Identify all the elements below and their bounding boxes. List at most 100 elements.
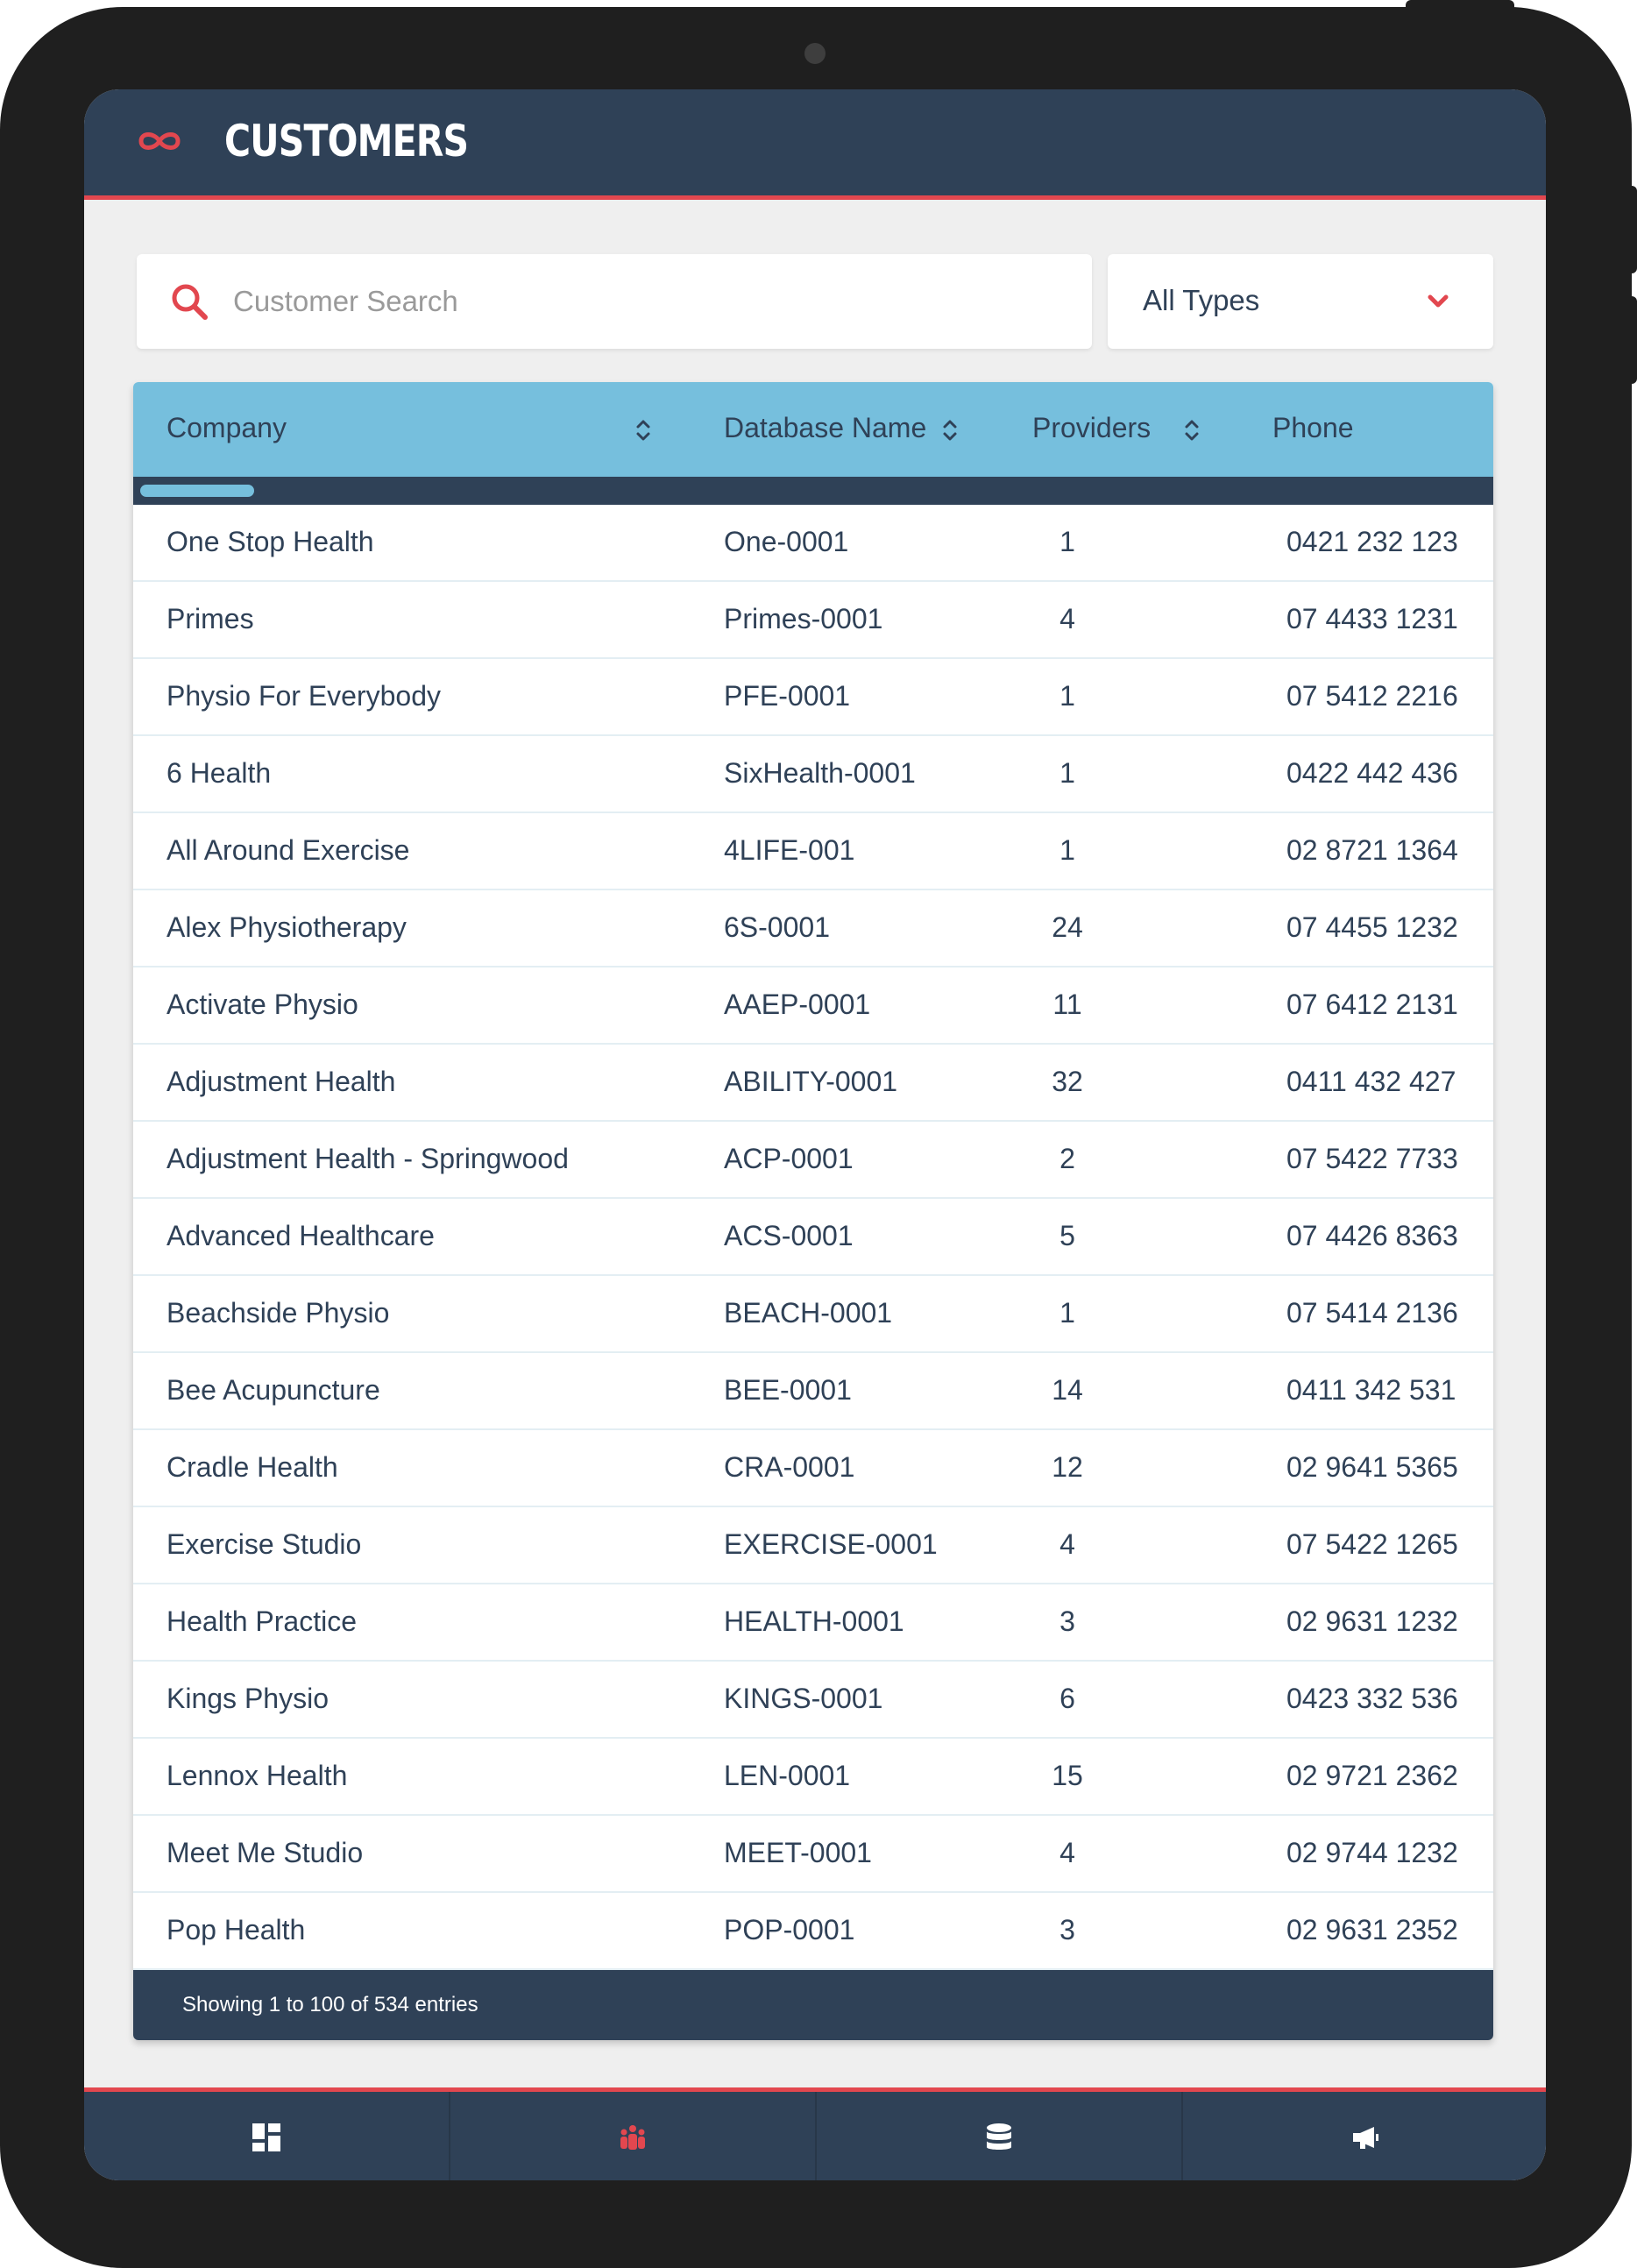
- database-name-cell: LEN-0001: [724, 1760, 851, 1791]
- phone-cell: 0411 432 427: [1286, 1066, 1456, 1097]
- table-row[interactable]: Lennox Health LEN-0001 15 02 9721 2362: [133, 1739, 1493, 1816]
- table-row[interactable]: Bee Acupuncture BEE-0001 14 0411 342 531: [133, 1353, 1493, 1430]
- company-cell: Alex Physiotherapy: [167, 911, 407, 943]
- app-screen: CUSTOMERS All Types Company Database Nam…: [84, 89, 1546, 2180]
- table-row[interactable]: Beachside Physio BEACH-0001 1 07 5414 2136: [133, 1276, 1493, 1353]
- table-row[interactable]: One Stop Health One-0001 1 0421 232 123: [133, 505, 1493, 582]
- providers-cell: 14: [1052, 1374, 1083, 1406]
- table-row[interactable]: Cradle Health CRA-0001 12 02 9641 5365: [133, 1430, 1493, 1507]
- search-box[interactable]: [137, 254, 1092, 349]
- company-cell: Advanced Healthcare: [167, 1220, 435, 1251]
- sort-icon[interactable]: [1183, 417, 1201, 443]
- company-cell: Exercise Studio: [167, 1528, 362, 1560]
- table-row[interactable]: Physio For Everybody PFE-0001 1 07 5412 221…: [133, 659, 1493, 736]
- phone-cell: 02 8721 1364: [1286, 834, 1458, 866]
- providers-cell: 12: [1052, 1451, 1083, 1483]
- customers-table: Company Database Name Providers Phone On…: [133, 382, 1493, 2040]
- phone-cell: 02 9641 5365: [1286, 1451, 1458, 1483]
- app-header: CUSTOMERS: [84, 89, 1546, 200]
- company-cell: One Stop Health: [167, 526, 374, 557]
- phone-cell: 0422 442 436: [1286, 757, 1458, 789]
- providers-cell: 1: [1059, 834, 1075, 866]
- providers-cell: 2: [1059, 1143, 1075, 1174]
- providers-cell: 1: [1059, 757, 1075, 789]
- phone-cell: 02 9631 2352: [1286, 1914, 1458, 1946]
- column-header-database-name[interactable]: Database Name: [724, 412, 926, 444]
- table-row[interactable]: Pop Health POP-0001 3 02 9631 2352: [133, 1893, 1493, 1970]
- entries-info: Showing 1 to 100 of 534 entries: [182, 1993, 478, 2016]
- company-cell: Health Practice: [167, 1605, 357, 1637]
- providers-cell: 1: [1059, 1297, 1075, 1329]
- page-title: CUSTOMERS: [224, 116, 469, 167]
- providers-cell: 4: [1059, 603, 1075, 634]
- dashboard-icon: [252, 2123, 280, 2151]
- table-row[interactable]: Exercise Studio EXERCISE-0001 4 07 5422 126…: [133, 1507, 1493, 1584]
- type-filter-value: All Types: [1143, 284, 1260, 316]
- database-name-cell: BEE-0001: [724, 1374, 852, 1406]
- table-row[interactable]: All Around Exercise 4LIFE-001 1 02 8721 136…: [133, 813, 1493, 890]
- company-cell: Bee Acupuncture: [167, 1374, 380, 1406]
- phone-cell: 07 5412 2216: [1286, 680, 1458, 712]
- database-name-cell: HEALTH-0001: [724, 1605, 904, 1637]
- table-row[interactable]: Health Practice HEALTH-0001 3 02 9631 1232: [133, 1584, 1493, 1662]
- column-header-company[interactable]: Company: [167, 412, 287, 444]
- company-cell: 6 Health: [167, 757, 272, 789]
- database-name-cell: ACP-0001: [724, 1143, 854, 1174]
- database-name-cell: AAEP-0001: [724, 989, 871, 1020]
- database-name-cell: MEET-0001: [724, 1837, 872, 1868]
- database-name-cell: 6S-0001: [724, 911, 830, 943]
- phone-cell: 0421 232 123: [1286, 526, 1458, 557]
- database-name-cell: BEACH-0001: [724, 1297, 893, 1329]
- database-name-cell: EXERCISE-0001: [724, 1528, 938, 1560]
- volume-up-button: [1628, 186, 1637, 273]
- phone-cell: 0423 332 536: [1286, 1683, 1458, 1714]
- nav-item-database[interactable]: [817, 2092, 1182, 2180]
- table-row[interactable]: Adjustment Health - Springwood ACP-0001 2 0…: [133, 1122, 1493, 1199]
- providers-cell: 5: [1059, 1220, 1075, 1251]
- table-row[interactable]: Adjustment Health ABILITY-0001 32 0411 432 …: [133, 1045, 1493, 1122]
- table-row[interactable]: Kings Physio KINGS-0001 6 0423 332 536: [133, 1662, 1493, 1739]
- providers-cell: 6: [1059, 1683, 1075, 1714]
- providers-cell: 4: [1059, 1837, 1075, 1868]
- table-body: One Stop Health One-0001 1 0421 232 123 Prim…: [133, 505, 1493, 1970]
- search-input[interactable]: [233, 272, 1057, 331]
- nav-item-dashboard[interactable]: [84, 2092, 450, 2180]
- company-cell: Beachside Physio: [167, 1297, 390, 1329]
- table-header: Company Database Name Providers Phone: [133, 382, 1493, 477]
- providers-cell: 24: [1052, 911, 1083, 943]
- power-button: [1406, 0, 1514, 12]
- nav-item-customers[interactable]: [450, 2092, 816, 2180]
- phone-cell: 07 5422 7733: [1286, 1143, 1458, 1174]
- horizontal-scrollbar[interactable]: [133, 477, 1493, 505]
- phone-cell: 07 4426 8363: [1286, 1220, 1458, 1251]
- scrollbar-thumb[interactable]: [140, 485, 254, 497]
- providers-cell: 1: [1059, 526, 1075, 557]
- column-header-providers[interactable]: Providers: [1032, 412, 1151, 444]
- nav-item-announcements[interactable]: [1183, 2092, 1546, 2180]
- phone-cell: 02 9744 1232: [1286, 1837, 1458, 1868]
- table-row[interactable]: Activate Physio AAEP-0001 11 07 6412 2131: [133, 967, 1493, 1045]
- table-row[interactable]: Advanced Healthcare ACS-0001 5 07 4426 8363: [133, 1199, 1493, 1276]
- phone-cell: 07 4433 1231: [1286, 603, 1458, 634]
- table-row[interactable]: Meet Me Studio MEET-0001 4 02 9744 1232: [133, 1816, 1493, 1893]
- table-row[interactable]: 6 Health SixHealth-0001 1 0422 442 436: [133, 736, 1493, 813]
- company-cell: Primes: [167, 603, 254, 634]
- company-cell: Adjustment Health: [167, 1066, 396, 1097]
- chevron-down-icon: [1428, 294, 1449, 308]
- providers-cell: 15: [1052, 1760, 1083, 1791]
- company-cell: Pop Health: [167, 1914, 306, 1946]
- company-cell: Lennox Health: [167, 1760, 348, 1791]
- sort-icon[interactable]: [634, 417, 652, 443]
- providers-cell: 4: [1059, 1528, 1075, 1560]
- table-row[interactable]: Primes Primes-0001 4 07 4433 1231: [133, 582, 1493, 659]
- database-name-cell: KINGS-0001: [724, 1683, 883, 1714]
- type-filter-select[interactable]: All Types: [1108, 254, 1493, 349]
- table-row[interactable]: Alex Physiotherapy 6S-0001 24 07 4455 1232: [133, 890, 1493, 967]
- database-name-cell: Primes-0001: [724, 603, 883, 634]
- database-icon: [987, 2123, 1011, 2150]
- bottom-nav: [84, 2087, 1546, 2180]
- sort-icon[interactable]: [941, 417, 959, 443]
- column-header-phone[interactable]: Phone: [1272, 412, 1354, 444]
- providers-cell: 3: [1059, 1914, 1075, 1946]
- providers-cell: 32: [1052, 1066, 1083, 1097]
